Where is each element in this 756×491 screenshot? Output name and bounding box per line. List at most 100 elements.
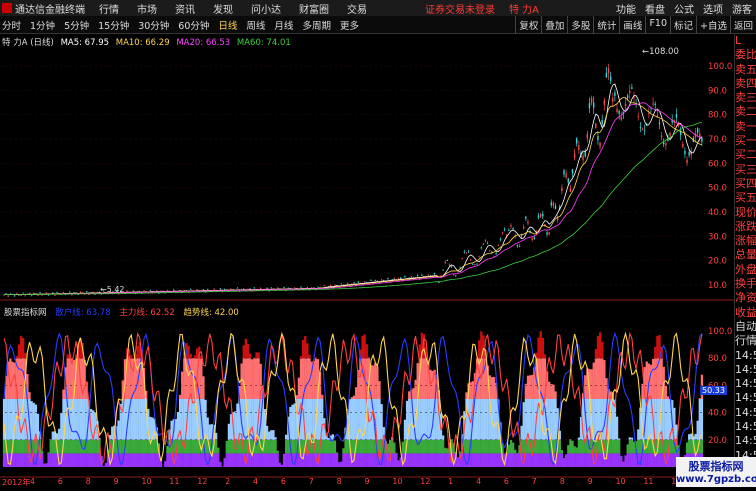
period-tab[interactable]: 多周期 [300,18,331,32]
candle-body [644,130,645,131]
indicator-band-bar [194,355,196,358]
sidebar-item[interactable]: 14:5 [735,377,756,391]
indicator-band-bar [200,453,202,467]
period-tab[interactable]: 1分钟 [28,18,55,32]
candle-body [387,278,388,279]
sidebar-item[interactable]: 14:5 [735,434,756,448]
sidebar-item[interactable]: 卖一 [735,120,756,134]
sidebar-item[interactable]: 买二 [735,148,756,162]
kline-chart[interactable]: 100.090.080.070.060.050.040.030.020.010.… [0,34,734,487]
toolbar-stats[interactable]: 统计 [593,16,619,34]
toolbar-f10[interactable]: F10 [645,16,670,34]
sidebar-item[interactable]: 14:5 [735,420,756,434]
menu-news[interactable]: 资讯 [175,1,195,16]
indicator-band-bar [648,453,650,467]
candle-body [597,136,598,140]
toolbar-overlay[interactable]: 叠加 [541,16,567,34]
menu-function[interactable]: 功能 [616,1,636,16]
candle-body [184,290,185,291]
sidebar-item[interactable]: 涨幅 [735,234,756,248]
sidebar-item[interactable]: 14:5 [735,391,756,405]
indicator-band-bar [113,453,115,467]
candle-body [167,290,168,291]
indicator-band-bar [294,440,296,454]
candle-body [457,272,458,273]
sidebar-item[interactable]: 卖四 [735,77,756,91]
indicator-band-bar [474,453,476,467]
sidebar-item[interactable]: 总量 [735,248,756,262]
sidebar-item[interactable]: 买三 [735,163,756,177]
period-tab[interactable]: 15分钟 [96,18,129,32]
toolbar-back[interactable]: 返回 [730,16,756,34]
sidebar-item[interactable]: 14:5 [735,349,756,363]
indicator-band-bar [285,440,287,454]
indicator-band-bar [597,358,599,399]
candle-body [54,295,55,296]
menu-quotes[interactable]: 行情 [99,1,119,16]
sidebar-item[interactable]: 换手 [735,277,756,291]
indicator-band-bar [315,358,317,399]
toolbar-draw[interactable]: 画线 [619,16,645,34]
sidebar-item[interactable]: 买一 [735,134,756,148]
menu-market[interactable]: 市场 [137,1,157,16]
period-tab[interactable]: 分时 [0,18,21,32]
period-tab-selected[interactable]: 日线 [216,18,237,32]
sidebar-item[interactable]: L [735,34,756,48]
toolbar-add-favorite[interactable]: +自选 [696,16,730,34]
sidebar-item[interactable]: 外盘 [735,263,756,277]
sidebar-item[interactable]: 14:5 [735,406,756,420]
menu-options[interactable]: 选项 [703,1,723,16]
menu-discover[interactable]: 发现 [213,1,233,16]
sidebar-item[interactable]: 买四 [735,177,756,191]
indicator-band-bar [478,453,480,467]
sidebar-item[interactable]: 卖五 [735,63,756,77]
sidebar-item[interactable]: 买五 [735,191,756,205]
candle-body [394,278,395,279]
sidebar-item[interactable]: 委比 [735,48,756,62]
indicator-band-bar [47,452,49,453]
indicator-band-bar [472,453,474,467]
period-tab[interactable]: 60分钟 [176,18,209,32]
period-tab[interactable]: 月线 [272,18,293,32]
sidebar-item[interactable]: 行情 [735,334,756,348]
indicator-band-bar [491,453,493,467]
indicator-band-bar [576,447,578,453]
menu-formula[interactable]: 公式 [674,1,694,16]
indicator-band-bar [213,453,215,467]
sidebar-item[interactable]: 净资 [735,291,756,305]
sidebar-item[interactable]: 14:5 [735,363,756,377]
menu-view[interactable]: 看盘 [645,1,665,16]
menu-trade[interactable]: 交易 [347,1,367,16]
toolbar-mark[interactable]: 标记 [670,16,696,34]
menu-ask[interactable]: 问小达 [251,1,281,16]
sidebar-item[interactable]: 收益 [735,306,756,320]
indicator-band-bar [64,453,66,467]
candle-body [71,295,72,296]
period-tab[interactable]: 5分钟 [62,18,89,32]
indicator-band-bar [380,404,382,440]
indicator-band-bar [347,440,349,454]
period-tab-more[interactable]: 更多 [338,18,359,32]
sidebar-item[interactable]: 卖二 [735,105,756,119]
sidebar-item[interactable]: 涨跌 [735,220,756,234]
login-status[interactable]: 证券交易未登录 [425,1,495,16]
toolbar-multi[interactable]: 多股 [567,16,593,34]
indicator-band-bar [137,440,139,454]
period-tab[interactable]: 周线 [244,18,265,32]
sidebar-item[interactable]: 现价 [735,206,756,220]
indicator-band-bar [96,453,98,467]
sidebar-item[interactable]: 卖三 [735,91,756,105]
indicator-band-bar [542,358,544,399]
period-tab[interactable]: 30分钟 [136,18,169,32]
chart-area[interactable]: 100.090.080.070.060.050.040.030.020.010.… [0,34,734,487]
indicator-band-bar [281,465,283,467]
indicator-band-bar [603,360,605,399]
candle-body [428,275,429,276]
quote-sidebar[interactable]: L委比卖五卖四卖三卖二卖一买一买二买三买四买五现价涨跌涨幅总量外盘换手净资收益自… [734,34,756,487]
indicator-band-bar [132,453,134,467]
toolbar-adjust[interactable]: 复权 [515,16,541,34]
sidebar-item[interactable]: 自动 [735,320,756,334]
indicator-band-bar [277,453,279,467]
menu-wealth[interactable]: 财富圈 [299,1,329,16]
guest-account[interactable]: 游客 [732,1,752,16]
